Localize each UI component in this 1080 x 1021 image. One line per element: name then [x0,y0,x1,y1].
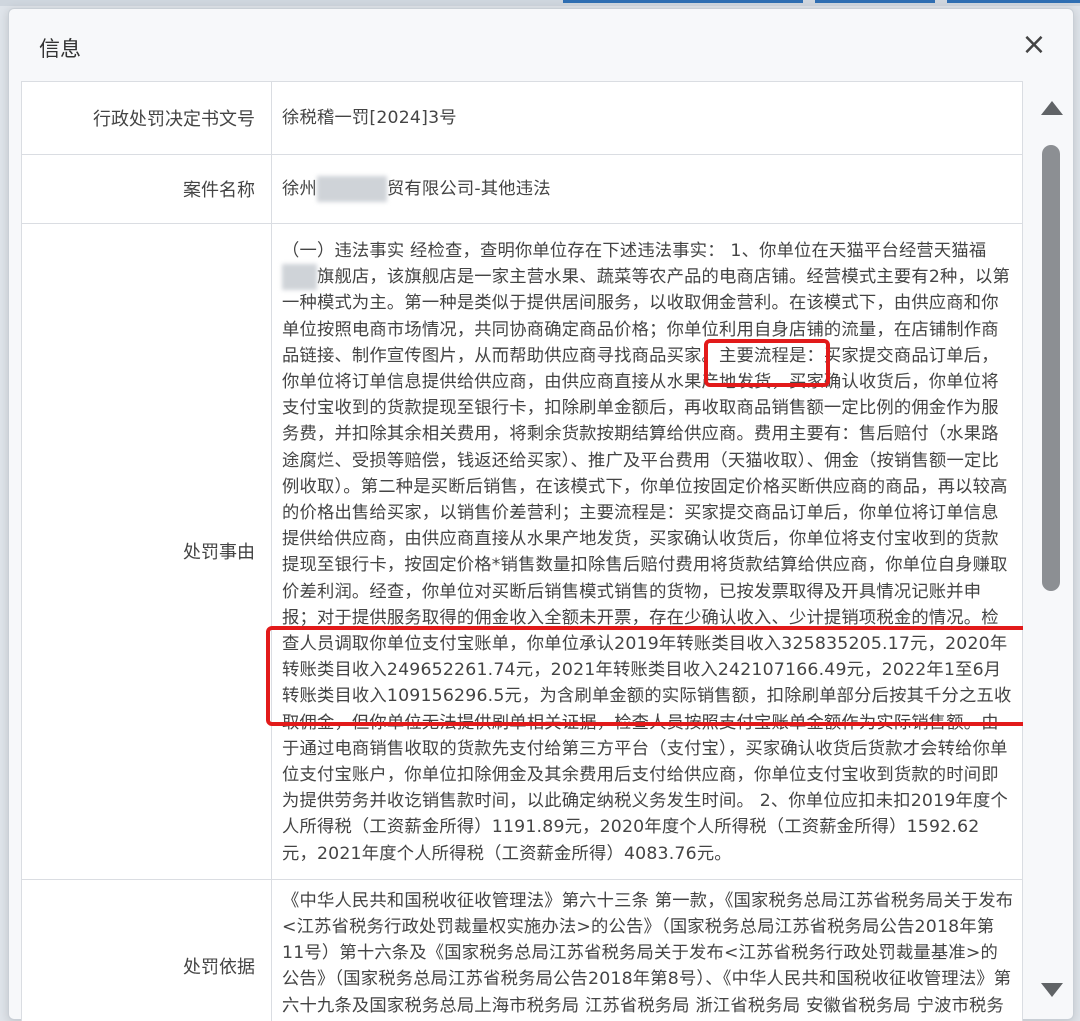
basis-label: 处罚依据 [21,878,272,1021]
table-row-case-name: 案件名称 徐州某某某某贸有限公司-其他违法 [21,154,1023,224]
close-icon[interactable]: × [1019,30,1049,61]
doc-no-label: 行政处罚决定书文号 [21,81,272,155]
redaction-blur: 某某某某 [316,175,387,203]
basis-value: 《中华人民共和国税收征收管理法》第六十三条 第一款，《国家税务总局江苏省税务局关… [271,878,1023,1021]
background-toolbar-segment [947,0,1080,3]
info-dialog: 信息 × 行政处罚决定书文号 徐税稽一罚[2024]3号 案件名称 徐州某某某某… [8,8,1074,1021]
dialog-title: 信息 [39,37,81,61]
case-name-prefix: 徐州 [282,178,317,199]
case-name-value: 徐州某某某某贸有限公司-其他违法 [271,154,1023,224]
case-name-label: 案件名称 [21,154,272,224]
dialog-titlebar: 信息 × [9,9,1073,79]
reason-value: （一）违法事实 经检查，查明你单位存在下述违法事实： 1、你单位在天猫平台经营天… [271,223,1023,880]
dialog-content: 行政处罚决定书文号 徐税稽一罚[2024]3号 案件名称 徐州某某某某贸有限公司… [21,81,1023,1021]
reason-text-part2: 旗舰店，该旗舰店是一家主营水果、蔬菜等农产品的电商店铺。经营模式主要有2种，以第… [282,267,1012,864]
background-toolbar-segment [563,0,803,3]
background-top-strip [0,0,1080,6]
scroll-up-arrow-icon[interactable] [1041,101,1063,115]
redaction-blur: 某某 [282,264,317,291]
scroll-down-arrow-icon[interactable] [1041,983,1063,997]
scroll-thumb[interactable] [1042,145,1060,591]
table-row-doc-no: 行政处罚决定书文号 徐税稽一罚[2024]3号 [21,81,1023,155]
reason-label: 处罚事由 [21,223,272,880]
doc-no-value: 徐税稽一罚[2024]3号 [271,81,1023,155]
info-table: 行政处罚决定书文号 徐税稽一罚[2024]3号 案件名称 徐州某某某某贸有限公司… [21,81,1023,1021]
case-name-suffix: 贸有限公司-其他违法 [386,178,551,199]
reason-text-part1: （一）违法事实 经检查，查明你单位存在下述违法事实： 1、你单位在天猫平台经营天… [282,241,987,261]
table-row-basis: 处罚依据 《中华人民共和国税收征收管理法》第六十三条 第一款，《国家税务总局江苏… [21,878,1023,1021]
vertical-scrollbar[interactable] [1037,95,1067,1015]
table-row-reason: 处罚事由 （一）违法事实 经检查，查明你单位存在下述违法事实： 1、你单位在天猫… [21,223,1023,880]
background-toolbar-segment [815,0,935,3]
